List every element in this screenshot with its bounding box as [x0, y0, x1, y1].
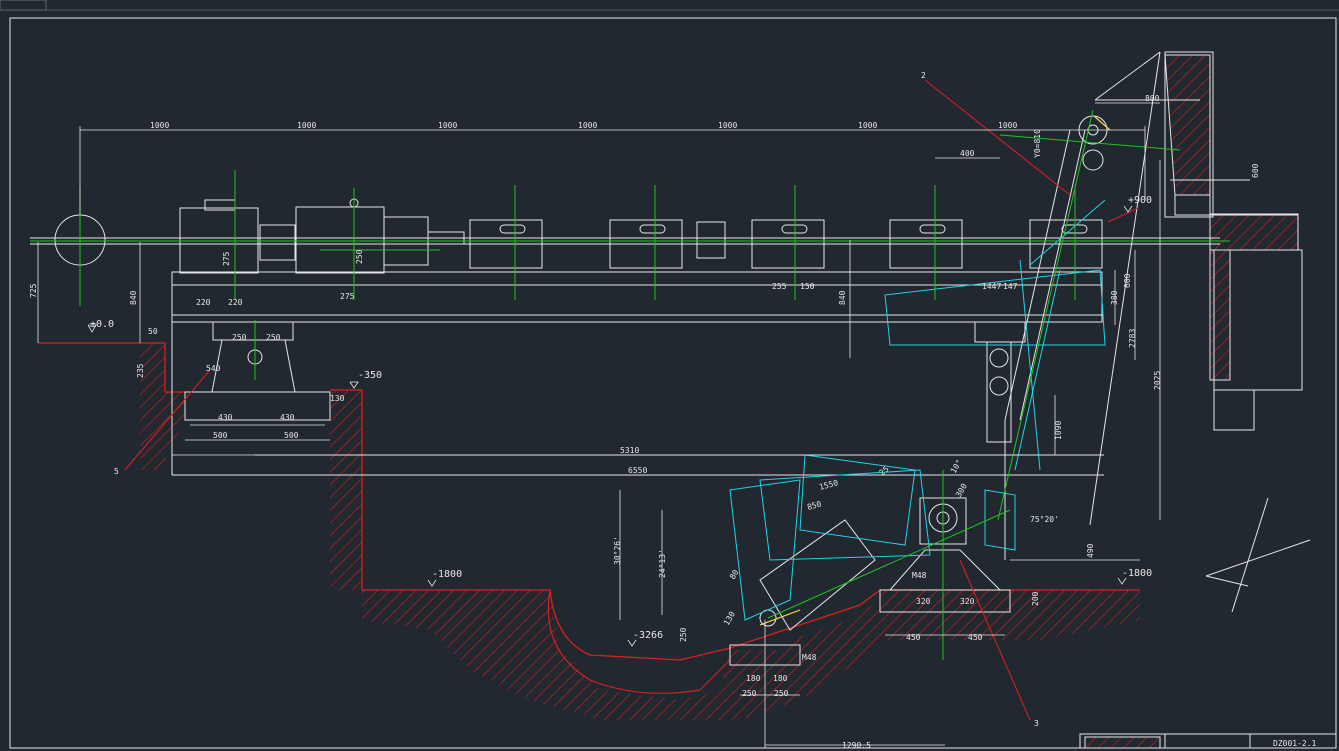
dim-ang75: 75°20': [1030, 515, 1059, 524]
dim-top-5: 1000: [718, 121, 737, 130]
dim-850: 850: [806, 499, 822, 511]
dim-180b: 180: [773, 674, 788, 683]
dim-250c: 250: [266, 333, 281, 342]
dim-1290: 1290.5: [842, 741, 871, 750]
ground-pit-wall: [330, 390, 362, 590]
drawing-number: DZ001-2.1: [1273, 739, 1317, 748]
dim-600: 600: [1123, 273, 1132, 288]
pit-floor: [362, 590, 1140, 720]
dim-250f: 250: [774, 689, 789, 698]
dim-450b: 450: [968, 633, 983, 642]
dim-ang10: 10°: [949, 458, 964, 475]
dim-m48a: M48: [912, 571, 927, 580]
dim-130: 130: [330, 394, 345, 403]
dim-1090: 1090: [1054, 421, 1063, 440]
callout-5: 5: [114, 467, 119, 476]
drawing-frame: [0, 0, 1339, 749]
alt-positions: [729, 199, 1106, 621]
dim-m48b: M48: [802, 653, 817, 662]
dim-150: 150: [800, 282, 815, 291]
ground-left: [38, 343, 185, 470]
dim-250e: 250: [742, 689, 757, 698]
dim-top-6: 1000: [858, 121, 877, 130]
dim-130b: 130: [722, 610, 737, 627]
centerlines: [30, 109, 1230, 660]
dim-200: 200: [1031, 591, 1040, 606]
dim-320b: 320: [960, 597, 975, 606]
dim-250b: 250: [232, 333, 247, 342]
dim-275b: 275: [340, 292, 355, 301]
dim-840b: 840: [838, 290, 847, 305]
dim-250d: 250: [679, 627, 688, 642]
drive-unit: [54, 198, 726, 274]
dim-500a: 500: [213, 431, 228, 440]
level-minus1800-right: -1800: [1122, 568, 1152, 579]
level-minus1800-left: -1800: [432, 569, 462, 580]
level-texts: ±0.0 -350 +900 -1800 -1800 -3266: [90, 195, 1152, 641]
ground-hatching: [38, 54, 1299, 720]
dim-275: 275: [222, 251, 231, 266]
callout-2: 2: [921, 71, 926, 80]
dim-1447: 1447: [982, 282, 1001, 291]
dim-top-3: 1000: [438, 121, 457, 130]
dim-2025: 2025: [1153, 371, 1162, 390]
hatch-right-platform: [1209, 214, 1299, 381]
dim-320a: 320: [916, 597, 931, 606]
dim-450a: 450: [906, 633, 921, 642]
dim-147: 147: [1003, 282, 1018, 291]
dim-ang24: 24°13': [658, 549, 667, 578]
dim-235: 235: [136, 363, 145, 378]
dim-180a: 180: [746, 674, 761, 683]
dim-top-1: 1000: [150, 121, 169, 130]
dim-600-right: 600: [1251, 163, 1260, 178]
dim-250: 250: [355, 249, 364, 264]
dim-725: 725: [29, 283, 38, 298]
dim-400: 400: [960, 149, 975, 158]
dim-5310: 5310: [620, 446, 639, 455]
dim-540: 540: [206, 364, 221, 373]
dim-top-4: 1000: [578, 121, 597, 130]
dim-430b: 430: [280, 413, 295, 422]
dim-50: 50: [148, 327, 158, 336]
dim-380: 380: [1110, 290, 1119, 305]
dim-430a: 430: [218, 413, 233, 422]
callout-3: 3: [1034, 719, 1039, 728]
dim-840: 840: [129, 290, 138, 305]
dim-255: 255: [772, 282, 787, 291]
level-zero: ±0.0: [90, 319, 114, 330]
level-minus350: -350: [358, 370, 382, 381]
dim-top-7: 1000: [998, 121, 1017, 130]
dim-1550: 1550: [818, 478, 839, 492]
dim-top-2: 1000: [297, 121, 316, 130]
lower-mechanism: [759, 115, 1108, 631]
dim-ang30: 30°26': [613, 536, 622, 565]
dim-2783: 2783: [1128, 329, 1137, 348]
level-minus3266: -3266: [633, 630, 663, 641]
dim-300: 300: [954, 482, 969, 499]
dim-500b: 500: [284, 431, 299, 440]
dim-6550: 6550: [628, 466, 647, 475]
hatch-right-wall: [1164, 54, 1211, 196]
main-frame: [171, 271, 1104, 476]
dim-220a: 220: [196, 298, 211, 307]
level-plus900: +900: [1128, 195, 1152, 206]
dim-800: 800: [1145, 94, 1160, 103]
dim-490: 490: [1086, 543, 1095, 558]
dim-y0: Y0=810: [1033, 129, 1042, 158]
dim-220b: 220: [228, 298, 243, 307]
cad-drawing: 1000 1000 1000 1000 1000 1000 1000 400 8…: [0, 0, 1339, 750]
section-symbol: [1205, 497, 1311, 613]
